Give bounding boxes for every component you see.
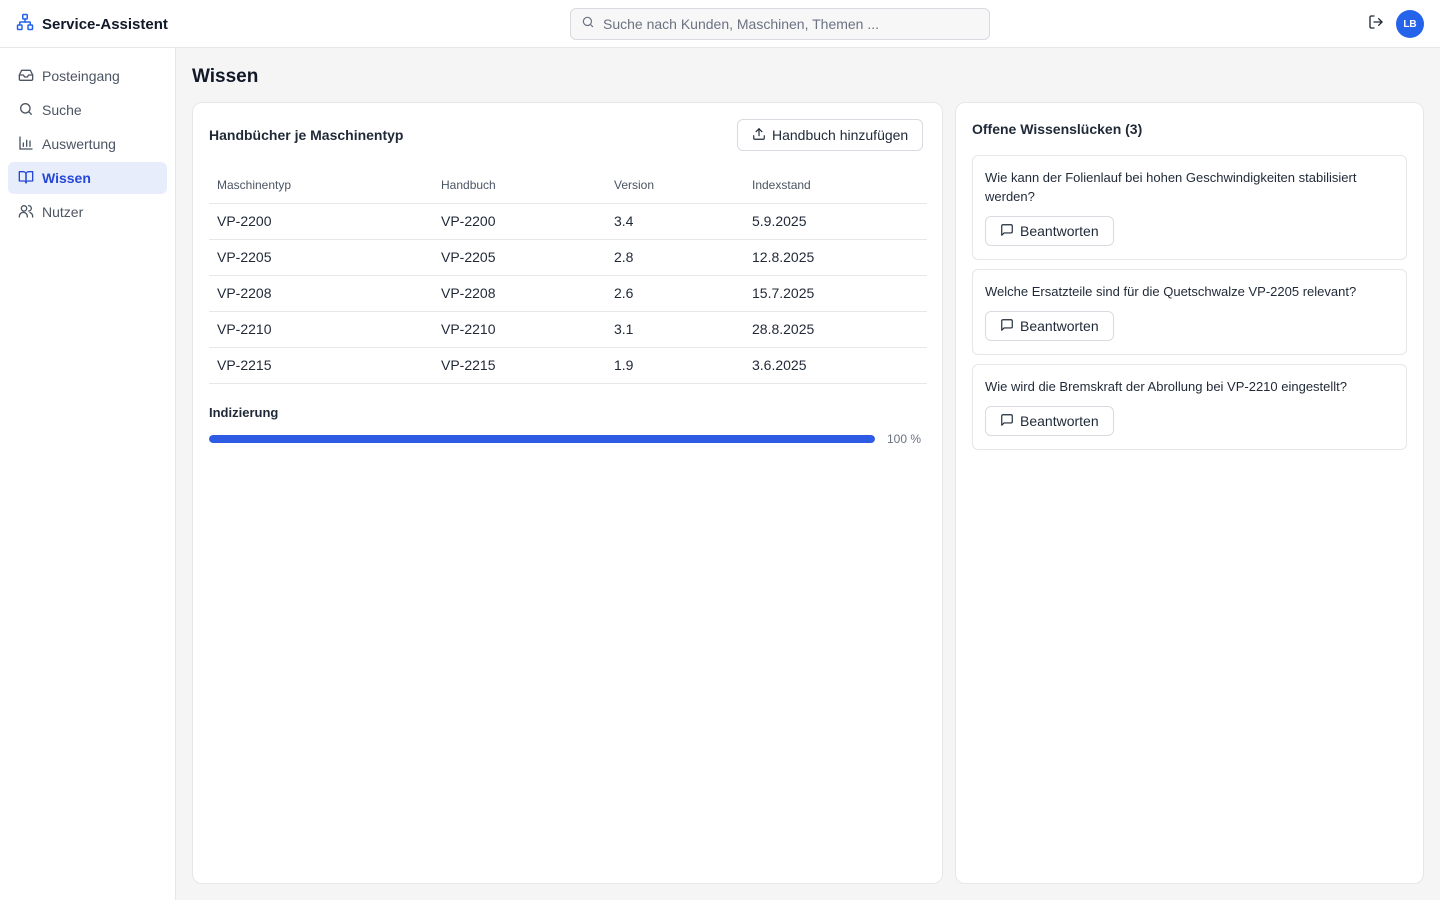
indexing-label: Indizierung [209,405,279,420]
knowledge-gaps-card: Offene Wissenslücken (3) Wie kann der Fo… [955,102,1424,884]
sidebar-item-auswertung[interactable]: Auswertung [8,128,167,160]
list-item: Welche Ersatzteile sind für die Quetschw… [972,269,1407,355]
gap-question: Welche Ersatzteile sind für die Quetschw… [985,284,1357,299]
cell-index-date: 15.7.2025 [744,275,927,312]
table-row[interactable]: VP-2200 VP-2200 3.4 5.9.2025 [209,203,927,240]
sidebar: Posteingang Suche Auswertung Wissen Nutz… [0,48,176,900]
add-manual-label: Handbuch hinzufügen [772,127,909,143]
cell-version: 3.1 [606,311,744,348]
cell-machine-type: VP-2200 [209,203,433,240]
answer-button[interactable]: Beantworten [985,406,1114,436]
sidebar-item-suche[interactable]: Suche [8,94,167,126]
user-avatar[interactable]: LB [1396,10,1424,38]
sidebar-item-posteingang[interactable]: Posteingang [8,60,167,92]
search-input[interactable] [603,16,983,32]
cell-machine-type: VP-2208 [209,275,433,312]
manuals-title: Handbücher je Maschinentyp [209,127,404,143]
answer-button[interactable]: Beantworten [985,216,1114,246]
cell-index-date: 3.6.2025 [744,347,927,384]
gap-question: Wie wird die Bremskraft der Abrollung be… [985,379,1348,394]
manuals-card: Handbücher je Maschinentyp Handbuch hinz… [192,102,943,884]
cell-manual: VP-2210 [433,311,606,348]
list-item: Wie wird die Bremskraft der Abrollung be… [972,364,1407,450]
cell-manual: VP-2208 [433,275,606,312]
add-manual-button[interactable]: Handbuch hinzufügen [737,119,924,151]
main-content: Wissen Handbücher je Maschinentyp Handbu… [176,48,1440,900]
message-icon [1000,223,1014,240]
column-header: Indexstand [744,167,927,204]
cell-version: 2.6 [606,275,744,312]
manuals-table: Maschinentyp Handbuch Version Indexstand… [209,167,927,384]
cell-machine-type: VP-2210 [209,311,433,348]
cell-index-date: 28.8.2025 [744,311,927,348]
table-row[interactable]: VP-2205 VP-2205 2.8 12.8.2025 [209,239,927,276]
network-icon [16,13,34,36]
cell-manual: VP-2200 [433,203,606,240]
sidebar-item-label: Suche [42,102,82,118]
answer-button-label: Beantworten [1020,413,1099,429]
table-row[interactable]: VP-2210 VP-2210 3.1 28.8.2025 [209,311,927,348]
cell-index-date: 5.9.2025 [744,203,927,240]
logout-icon [1368,14,1384,35]
book-icon [18,169,34,188]
upload-icon [752,127,766,144]
top-bar: Service-Assistent LB [0,0,1440,48]
sidebar-item-label: Auswertung [42,136,116,152]
page-title: Wissen [192,66,259,87]
cell-machine-type: VP-2205 [209,239,433,276]
logout-button[interactable] [1366,14,1386,34]
knowledge-gaps-title: Offene Wissenslücken (3) [972,121,1143,137]
bar-chart-icon [18,135,34,154]
indexing-progress-bar [209,435,875,443]
message-icon [1000,318,1014,335]
column-header: Maschinentyp [209,167,433,204]
global-search [570,8,990,40]
answer-button-label: Beantworten [1020,318,1099,334]
sidebar-item-label: Nutzer [42,204,84,220]
sidebar-item-label: Wissen [42,170,91,186]
sidebar-item-wissen[interactable]: Wissen [8,162,167,194]
brand[interactable]: Service-Assistent [16,13,168,36]
cell-version: 2.8 [606,239,744,276]
table-header-row: Maschinentyp Handbuch Version Indexstand [209,167,927,204]
users-icon [18,203,34,222]
cell-machine-type: VP-2215 [209,347,433,384]
app-title: Service-Assistent [42,15,168,33]
table-row[interactable]: VP-2208 VP-2208 2.6 15.7.2025 [209,275,927,312]
knowledge-gaps-list: Wie kann der Folienlauf bei hohen Geschw… [972,155,1407,459]
column-header: Version [606,167,744,204]
inbox-icon [18,67,34,86]
cell-manual: VP-2205 [433,239,606,276]
table-row[interactable]: VP-2215 VP-2215 1.9 3.6.2025 [209,347,927,384]
cell-version: 1.9 [606,347,744,384]
column-header: Handbuch [433,167,606,204]
answer-button[interactable]: Beantworten [985,311,1114,341]
search-icon [18,101,34,120]
cell-index-date: 12.8.2025 [744,239,927,276]
indexing-progress-fill [209,435,875,443]
search-icon [581,15,595,34]
sidebar-item-nutzer[interactable]: Nutzer [8,196,167,228]
answer-button-label: Beantworten [1020,223,1099,239]
list-item: Wie kann der Folienlauf bei hohen Geschw… [972,155,1407,260]
cell-version: 3.4 [606,203,744,240]
cell-manual: VP-2215 [433,347,606,384]
gap-question: Wie kann der Folienlauf bei hohen Geschw… [985,170,1357,204]
message-icon [1000,413,1014,430]
indexing-percent: 100 % [887,432,922,446]
sidebar-item-label: Posteingang [42,68,120,84]
